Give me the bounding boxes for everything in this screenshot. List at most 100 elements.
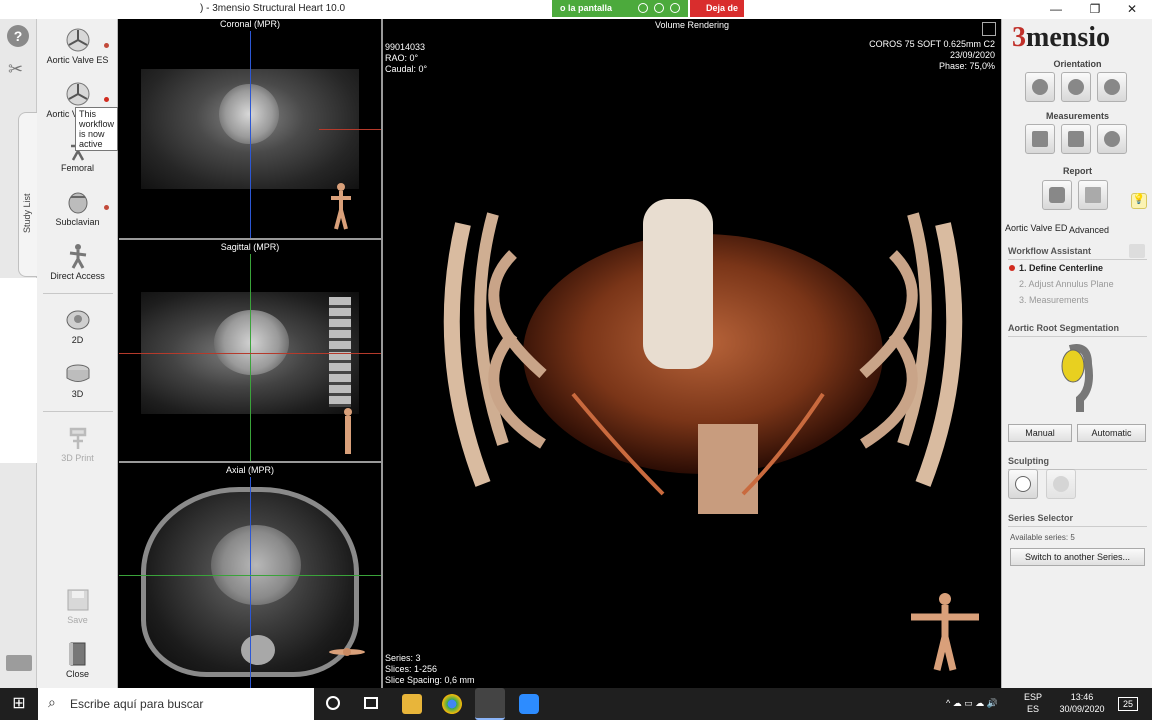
zoom-icon[interactable] — [519, 694, 539, 714]
help-button[interactable]: ? — [7, 25, 29, 47]
stop-share-button[interactable]: Deja de — [690, 0, 744, 17]
angle-button[interactable] — [1061, 124, 1091, 154]
crosshair-horizontal[interactable] — [319, 129, 381, 130]
status-dot — [104, 43, 109, 48]
cortana-icon[interactable] — [326, 696, 340, 710]
view-2d-button[interactable]: 2D — [37, 307, 118, 345]
slice-range: Slices: 1-256 — [385, 664, 438, 674]
skull-front-button[interactable] — [1025, 72, 1055, 102]
camera-icon — [1049, 187, 1065, 203]
taskbar-search[interactable]: ⌕ Escribe aquí para buscar — [38, 688, 314, 720]
orientation-heading: Orientation — [1053, 59, 1102, 69]
coronal-title: Coronal (MPR) — [219, 19, 280, 29]
heart-structure — [219, 84, 279, 144]
sculpting-section: Sculpting — [1008, 454, 1147, 470]
tools-icon[interactable]: ✂ — [8, 59, 23, 80]
series-number: Series: 3 — [385, 653, 421, 663]
windows-start-button[interactable]: ⊞ — [0, 688, 38, 720]
axial-view[interactable]: Axial (MPR) — [119, 465, 381, 688]
file-explorer-icon[interactable] — [402, 694, 422, 714]
sculpting-heading: Sculpting — [1008, 454, 1147, 470]
scan-info: COROS 75 SOFT 0.625mm C2 23/09/2020 Phas… — [869, 39, 995, 72]
notifications-button[interactable]: 25 — [1118, 697, 1138, 711]
tab-aortic-valve-ed[interactable]: Aortic Valve ED — [1005, 223, 1067, 233]
mic-icon[interactable] — [638, 3, 648, 13]
chrome-icon[interactable] — [442, 694, 462, 714]
measurements-heading: Measurements — [1045, 111, 1110, 121]
clock-date: 30/09/2020 — [1059, 704, 1105, 714]
document-icon — [1085, 187, 1101, 203]
snapshot-button[interactable] — [1042, 180, 1072, 210]
crosshair-vertical[interactable] — [250, 254, 251, 461]
sculpt-undo-button[interactable] — [1046, 469, 1076, 499]
skull-top-button[interactable] — [1097, 72, 1127, 102]
switch-series-button[interactable]: Switch to another Series... — [1010, 548, 1145, 566]
minimize-button[interactable]: — — [1041, 2, 1071, 16]
maximize-button[interactable]: ❐ — [1080, 2, 1110, 16]
step-measurements[interactable]: 3. Measurements — [1019, 292, 1147, 308]
tray-icons[interactable]: ^ ☁ ▭ ☁ 🔊 — [946, 697, 998, 709]
active-dot — [104, 97, 109, 102]
crosshair-vertical[interactable] — [250, 31, 251, 238]
share-label: o la pantalla — [560, 3, 613, 13]
crosshair-horizontal[interactable] — [119, 575, 381, 576]
search-icon: ⌕ — [48, 694, 56, 710]
coronal-view[interactable]: Coronal (MPR) — [119, 19, 381, 240]
close-window-button[interactable]: ✕ — [1117, 2, 1147, 16]
3mensio-taskbar-button[interactable] — [475, 688, 505, 720]
body-orientation-icon — [911, 593, 979, 671]
lightbulb-icon[interactable]: 💡 — [1131, 193, 1147, 209]
sagittal-view[interactable]: Sagittal (MPR) — [119, 242, 381, 463]
heart-structure — [211, 525, 301, 605]
skull-side-button[interactable] — [1061, 72, 1091, 102]
orientation-cube-icon[interactable] — [982, 22, 996, 36]
segmentation-section: Aortic Root Segmentation — [1008, 321, 1147, 337]
language-indicator[interactable]: ESP ES — [1024, 691, 1042, 715]
manual-button[interactable]: Manual — [1008, 424, 1072, 442]
divider — [43, 411, 113, 412]
sculpt-button[interactable] — [1008, 469, 1038, 499]
workflow-direct-access[interactable]: Direct Access — [37, 243, 118, 281]
area-button[interactable] — [1097, 124, 1127, 154]
study-list-label: Study List — [22, 193, 32, 233]
keyboard-icon[interactable] — [6, 655, 32, 671]
screen-share-bar[interactable]: o la pantalla — [552, 0, 688, 17]
workflow-assistant-heading: Workflow Assistant — [1008, 244, 1147, 260]
series-selector-heading: Series Selector — [1008, 511, 1147, 527]
step-adjust-annulus[interactable]: 2. Adjust Annulus Plane — [1019, 276, 1147, 292]
report-button[interactable] — [1078, 180, 1108, 210]
step-define-centerline[interactable]: 1. Define Centerline — [1009, 260, 1147, 276]
print-3d-icon — [69, 427, 86, 449]
right-panel: 3mensio Orientation Measurements Report … — [1001, 19, 1152, 688]
logo-text: mensio — [1026, 22, 1110, 53]
workflow-assistant-section: Workflow Assistant 1. Define Centerline … — [1008, 244, 1147, 308]
clock[interactable]: 13:46 30/09/2020 — [1059, 691, 1105, 715]
crosshair-horizontal[interactable] — [119, 353, 381, 354]
volume-rendering-view[interactable]: Volume Rendering 99014033 RAO: 0° Caudal… — [383, 19, 1001, 688]
save-button[interactable]: Save — [37, 587, 118, 625]
workflow-tooltip: This workflow is now active — [75, 107, 118, 151]
check-icon[interactable] — [670, 3, 680, 13]
print-3d-button[interactable]: 3D Print — [37, 425, 118, 463]
view-3d-button[interactable]: 3D — [37, 361, 118, 399]
aortic-valve-icon — [66, 28, 89, 52]
close-button[interactable]: Close — [37, 641, 118, 679]
series-selector-section: Series Selector Available series: 5 — [1008, 511, 1147, 542]
patient-id: 99014033 — [385, 42, 426, 52]
slice-2d-icon — [66, 310, 89, 330]
automatic-button[interactable]: Automatic — [1077, 424, 1146, 442]
ruler-button[interactable] — [1025, 124, 1055, 154]
print-3d-label: 3D Print — [61, 453, 94, 463]
crosshair-vertical[interactable] — [250, 477, 251, 688]
task-view-icon[interactable] — [364, 697, 378, 709]
series-info: Series: 3 Slices: 1-256 Slice Spacing: 0… — [385, 653, 475, 686]
phase: Phase: 75,0% — [938, 61, 995, 71]
skull-top-icon — [1104, 79, 1120, 95]
undo-icon[interactable] — [1129, 244, 1145, 258]
timer-icon[interactable] — [654, 3, 664, 13]
skull-side-icon — [1068, 79, 1084, 95]
study-list-tab[interactable]: Study List — [18, 112, 38, 277]
workflow-column: Aortic Valve ES Aortic Valve ED This wor… — [37, 19, 118, 688]
body-orientation-icon — [331, 183, 351, 230]
tab-advanced[interactable]: Advanced — [1069, 225, 1109, 235]
